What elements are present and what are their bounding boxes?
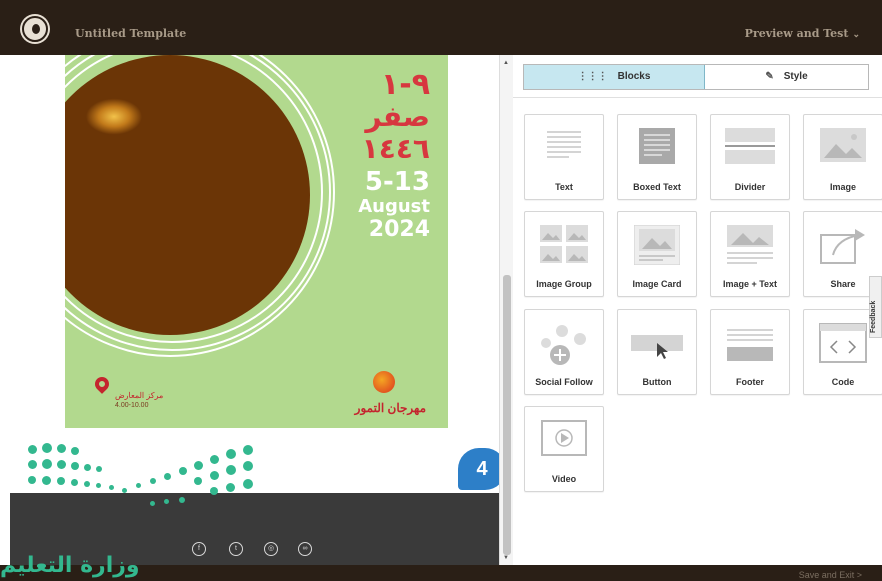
- tab-blocks-label: Blocks: [617, 71, 651, 82]
- block-label: Social Follow: [535, 377, 593, 387]
- hijri-days: ٩-١: [380, 67, 430, 102]
- gregorian-days: 5-13: [364, 167, 430, 197]
- tab-style-label: Style: [783, 71, 808, 82]
- block-label: Image: [829, 182, 856, 192]
- video-icon: [541, 420, 587, 456]
- block-image[interactable]: Image: [803, 114, 882, 200]
- footer-icon: [727, 329, 773, 361]
- hijri-month: صفر: [365, 100, 430, 133]
- image-group-icon: [540, 225, 588, 263]
- block-label: Boxed Text: [633, 182, 681, 192]
- boxed-text-icon: [639, 128, 675, 164]
- block-button[interactable]: Button: [617, 309, 697, 395]
- preview-label: Preview and Test: [744, 27, 849, 40]
- block-label: Video: [551, 474, 577, 484]
- panel-divider: [513, 97, 882, 98]
- preview-and-test-menu[interactable]: Preview and Test ⌄: [745, 27, 860, 40]
- template-title[interactable]: Untitled Template: [75, 27, 186, 40]
- image-icon: [820, 128, 866, 162]
- share-icon: [820, 229, 865, 264]
- location-hours: 4.00-10.00: [115, 402, 149, 409]
- text-block-icon: [547, 131, 581, 158]
- facebook-icon[interactable]: f: [192, 542, 206, 556]
- grid-icon: ⋮⋮⋮: [577, 71, 608, 82]
- poster-dates: ٩-١ صفر ١٤٤٦ 5-13 August 2024: [358, 69, 430, 243]
- block-label: Image Card: [632, 279, 682, 289]
- block-label: Footer: [736, 377, 764, 387]
- block-video[interactable]: Video: [524, 406, 604, 492]
- ministry-watermark: وزارة التعليم: [0, 553, 140, 578]
- block-label: Button: [642, 377, 672, 387]
- feedback-tab[interactable]: Feedback: [869, 276, 882, 338]
- tab-blocks[interactable]: ⋮⋮⋮ Blocks: [524, 65, 705, 89]
- link-icon[interactable]: ∞: [298, 542, 312, 556]
- location-pin-icon: [92, 374, 112, 394]
- brush-icon: ✎: [765, 71, 774, 82]
- save-and-exit-button[interactable]: Save and Exit >: [799, 570, 862, 580]
- block-image-group[interactable]: Image Group: [524, 211, 604, 297]
- button-icon: [631, 335, 683, 359]
- block-boxed-text[interactable]: Boxed Text: [617, 114, 697, 200]
- canvas-scrollbar[interactable]: ▲ ▼: [499, 55, 513, 565]
- location-name: مركز المعارض: [115, 391, 164, 400]
- image-card-icon: [634, 225, 680, 265]
- tab-style[interactable]: ✎ Style: [705, 65, 868, 89]
- festival-logo-icon: [373, 371, 395, 393]
- social-follow-icon: [541, 325, 586, 365]
- block-image-card[interactable]: Image Card: [617, 211, 697, 297]
- panel-tabs: ⋮⋮⋮ Blocks ✎ Style: [523, 64, 869, 90]
- ministry-logo-dots: [28, 443, 268, 519]
- twitter-icon[interactable]: t: [229, 542, 243, 556]
- block-label: Code: [831, 377, 855, 387]
- festival-name: مهرجان التمور: [354, 401, 426, 415]
- hijri-year: ١٤٤٦: [361, 132, 430, 165]
- block-footer[interactable]: Footer: [710, 309, 790, 395]
- block-label: Divider: [734, 182, 766, 192]
- block-label: Image Group: [536, 279, 592, 289]
- block-label: Image + Text: [722, 279, 778, 289]
- scroll-down-icon[interactable]: ▼: [503, 555, 509, 561]
- gregorian-year: 2024: [368, 217, 430, 242]
- feedback-label: Feedback: [870, 300, 877, 333]
- divider-icon: [725, 128, 775, 164]
- code-icon: [819, 323, 867, 363]
- block-text[interactable]: Text: [524, 114, 604, 200]
- block-social-follow[interactable]: Social Follow: [524, 309, 604, 395]
- block-divider[interactable]: Divider: [710, 114, 790, 200]
- blocks-panel: ⋮⋮⋮ Blocks ✎ Style Text Boxed Text Divider: [513, 55, 882, 565]
- instagram-icon[interactable]: ◎: [264, 542, 278, 556]
- image-text-icon: [727, 225, 773, 264]
- top-bar: Untitled Template Preview and Test ⌄: [0, 0, 882, 55]
- poster-image-block[interactable]: ٩-١ صفر ١٤٤٦ 5-13 August 2024 مركز المعا…: [65, 55, 448, 428]
- gregorian-month: August: [358, 196, 430, 217]
- block-image-text[interactable]: Image + Text: [710, 211, 790, 297]
- app-logo-icon[interactable]: [22, 16, 48, 42]
- block-label: Text: [555, 182, 573, 192]
- scrollbar-thumb[interactable]: [503, 275, 511, 555]
- scroll-up-icon[interactable]: ▲: [503, 60, 509, 66]
- chevron-down-icon: ⌄: [852, 30, 860, 40]
